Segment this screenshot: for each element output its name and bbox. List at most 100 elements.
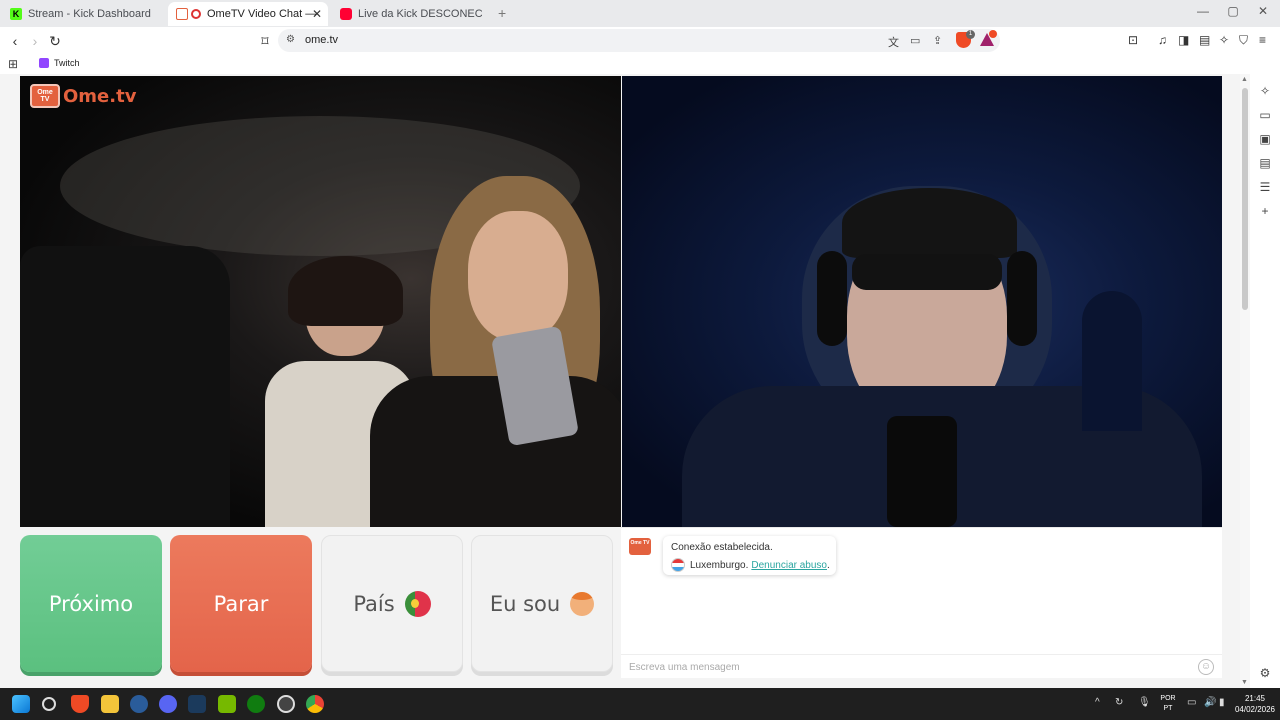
nvidia-icon[interactable] xyxy=(218,695,236,713)
close-window-button[interactable]: ✕ xyxy=(1248,4,1278,18)
shields-count-badge: 1 xyxy=(966,30,975,39)
show-hidden-icons[interactable]: ^ xyxy=(1095,697,1100,708)
language-code: POR xyxy=(1160,695,1176,702)
local-video: Ome TV Ome.tv xyxy=(20,76,621,527)
scroll-up-icon[interactable]: ▲ xyxy=(1241,76,1248,83)
portugal-flag-icon xyxy=(404,590,431,617)
ometv-icon xyxy=(176,8,188,20)
apps-grid-icon[interactable]: ⊞ xyxy=(8,57,18,71)
stop-button-label: Parar xyxy=(213,591,269,616)
file-explorer-icon[interactable] xyxy=(101,695,119,713)
clock-date: 04/02/2026 xyxy=(1234,705,1276,714)
sync-icon[interactable]: ↻ xyxy=(1115,697,1123,708)
bookmark-twitch[interactable]: Twitch xyxy=(39,58,80,68)
navigation-bar: ‹ › ↻ ⌑ ⚙ ome.tv 文 ▭ ⇪ 1 ⊡ ♫ ◨ ▤ ✧ ⛉ ≡ xyxy=(0,27,1280,54)
emoji-icon[interactable]: ☺ xyxy=(1198,659,1214,675)
report-abuse-link[interactable]: Denunciar abuso xyxy=(751,560,827,571)
keyboard-layout: PT xyxy=(1163,705,1173,712)
app-icon[interactable] xyxy=(188,695,206,713)
scrollbar-thumb[interactable] xyxy=(1242,88,1248,310)
scroll-down-icon[interactable]: ▼ xyxy=(1241,679,1248,686)
chrome-icon[interactable] xyxy=(306,695,324,713)
wallet-icon[interactable]: ▤ xyxy=(1199,33,1210,47)
stop-button[interactable]: Parar xyxy=(170,535,312,672)
twitch-icon xyxy=(39,58,49,68)
vpn-icon[interactable]: ⛉ xyxy=(1239,33,1248,48)
steam-icon[interactable] xyxy=(130,695,148,713)
system-message: Conexão estabelecida. Luxemburgo. Denunc… xyxy=(663,536,836,575)
ometv-tv-icon: Ome TV xyxy=(30,84,60,108)
i-am-button-label: Eu sou xyxy=(489,591,561,616)
message-input[interactable]: Escreva uma mensagem ☺ xyxy=(621,654,1222,679)
language-indicator[interactable]: POR PT xyxy=(1156,694,1180,714)
maximize-button[interactable]: ▢ xyxy=(1218,4,1248,18)
back-icon[interactable]: ‹ xyxy=(5,31,25,51)
battery-icon[interactable]: ▮ xyxy=(1219,697,1225,708)
chat-panel: Ome TV Conexão estabelecida. Luxemburgo.… xyxy=(621,527,1222,678)
ometv-chat-icon: Ome TV xyxy=(629,538,651,555)
ometv-page: Ome TV Ome.tv Próximo Parar País Eu sou … xyxy=(0,74,1240,688)
youtube-icon xyxy=(340,8,352,20)
discord-icon[interactable] xyxy=(159,695,177,713)
reload-icon[interactable]: ↻ xyxy=(45,31,65,51)
bookmark-icon[interactable]: ⌑ xyxy=(255,31,275,51)
period: . xyxy=(826,559,830,571)
tab-kick-live[interactable]: Live da Kick DESCONECTANDO ou TI xyxy=(332,2,490,26)
i-am-button[interactable]: Eu sou xyxy=(471,535,613,672)
partner-country: Luxemburgo. xyxy=(690,559,749,571)
tab-kick-dashboard[interactable]: K Stream - Kick Dashboard xyxy=(2,2,165,26)
translate-icon[interactable]: 文 xyxy=(888,34,899,50)
obs-icon[interactable] xyxy=(277,695,295,713)
tab-title: Stream - Kick Dashboard xyxy=(28,8,151,20)
wallet-side-icon[interactable]: ▣ xyxy=(1257,132,1273,148)
remote-video xyxy=(622,76,1222,527)
leo-ai-icon[interactable]: ✧ xyxy=(1219,33,1229,47)
cast-icon[interactable]: ▭ xyxy=(910,34,920,47)
tab-search-icon[interactable]: ⊡ xyxy=(1128,33,1138,47)
sidebar-icon[interactable]: ◨ xyxy=(1178,33,1189,47)
menu-icon[interactable]: ≡ xyxy=(1259,33,1266,47)
page-scrollbar[interactable]: ▲ ▼ xyxy=(1240,74,1250,688)
media-icon[interactable]: ♫ xyxy=(1158,33,1167,47)
share-icon[interactable]: ⇪ xyxy=(933,34,942,47)
tab-title: Live da Kick DESCONECTANDO ou TI xyxy=(358,8,482,20)
tabs-icon[interactable]: ▭ xyxy=(1257,108,1273,124)
next-button[interactable]: Próximo xyxy=(20,535,162,672)
new-tab-button[interactable]: + xyxy=(498,5,506,21)
volume-icon[interactable]: 🔊 xyxy=(1204,697,1216,708)
boy-emoji-icon xyxy=(570,591,595,616)
luxembourg-flag-icon xyxy=(671,558,685,572)
forward-icon[interactable]: › xyxy=(25,31,45,51)
rewards-badge xyxy=(989,30,997,38)
xbox-icon[interactable] xyxy=(247,695,265,713)
tab-title: OmeTV Video Chat — Omeg xyxy=(207,8,317,20)
address-bar[interactable]: ⚙ ome.tv 文 ▭ ⇪ 1 xyxy=(278,29,1000,52)
clock-time: 21:45 xyxy=(1244,694,1266,703)
bookmark-label: Twitch xyxy=(54,58,80,68)
country-button[interactable]: País xyxy=(321,535,463,672)
kick-icon: K xyxy=(10,8,22,20)
brave-taskbar-icon[interactable] xyxy=(71,695,89,713)
tab-ometv[interactable]: OmeTV Video Chat — Omeg ✕ xyxy=(168,2,328,26)
message-placeholder: Escreva uma mensagem xyxy=(629,662,740,673)
bookmarks-side-icon[interactable]: ▤ xyxy=(1257,156,1273,172)
browser-side-panel: ✧ ▭ ▣ ▤ ☰ + ⚙ xyxy=(1250,74,1280,688)
site-settings-icon[interactable]: ⚙ xyxy=(286,34,295,45)
search-icon[interactable] xyxy=(42,697,56,711)
ometv-logo[interactable]: Ome TV Ome.tv xyxy=(30,84,136,108)
reading-list-icon[interactable]: ☰ xyxy=(1257,180,1273,196)
microphone-icon[interactable]: 🎙 xyxy=(1138,697,1151,708)
partner-location: Luxemburgo. Denunciar abuso. xyxy=(671,558,830,572)
network-icon[interactable]: ▭ xyxy=(1187,697,1196,708)
url-text: ome.tv xyxy=(305,34,339,46)
minimize-button[interactable]: — xyxy=(1188,4,1218,18)
add-panel-icon[interactable]: + xyxy=(1257,204,1273,220)
clock[interactable]: 21:45 04/02/2026 xyxy=(1232,693,1278,715)
ometv-brand-text: Ome.tv xyxy=(63,85,137,107)
leo-icon[interactable]: ✧ xyxy=(1257,84,1273,100)
windows-start-icon[interactable] xyxy=(12,695,30,713)
sidebar-settings-icon[interactable]: ⚙ xyxy=(1257,666,1273,682)
recording-icon xyxy=(191,9,201,19)
connection-status: Conexão estabelecida. xyxy=(671,542,773,553)
close-tab-icon[interactable]: ✕ xyxy=(312,7,322,21)
